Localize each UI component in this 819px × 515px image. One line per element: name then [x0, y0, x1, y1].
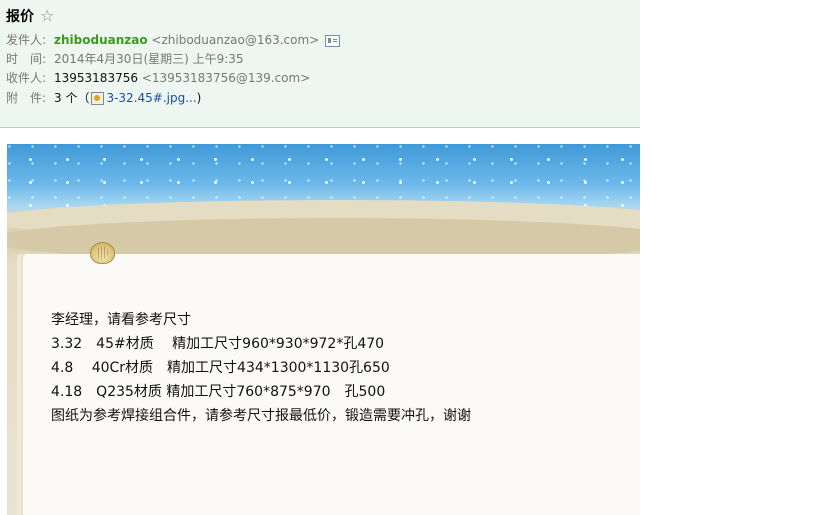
time-row: 时 间: 2014年4月30日(星期三) 上午9:35: [6, 51, 244, 67]
attachment-count: 3 个（: [54, 91, 90, 105]
sender-row: 发件人: zhiboduanzao <zhiboduanzao@163.com>: [6, 32, 341, 48]
attachment-row: 附 件: 3 个（ 3-32.45#.jpg...): [6, 90, 201, 106]
star-icon[interactable]: ☆: [40, 8, 54, 24]
body-line: 图纸为参考焊接组合件，请参考尺寸报最低价，锻造需要冲孔，谢谢: [51, 408, 471, 424]
recipient-name[interactable]: 13953183756: [54, 71, 138, 85]
sender-name[interactable]: zhiboduanzao: [54, 33, 148, 47]
time-value: 2014年4月30日(星期三) 上午9:35: [54, 52, 244, 66]
attachment-link[interactable]: 3-32.45#.jpg...: [106, 91, 196, 105]
recipient-email: <13953183756@139.com>: [141, 71, 311, 85]
attachment-label: 附 件:: [6, 91, 47, 105]
body-line: 3.32 45#材质 精加工尺寸960*930*972*孔470: [51, 336, 385, 352]
body-line: 4.8 40Cr材质 精加工尺寸434*1300*1130孔650: [51, 360, 390, 376]
contact-card-icon[interactable]: [325, 34, 341, 47]
mail-subject: 报价: [6, 9, 34, 25]
subject-row: 报价 ☆: [6, 6, 54, 26]
attachment-close: ): [196, 91, 202, 105]
body-line: 4.18 Q235材质 精加工尺寸760*875*970 孔500: [51, 384, 386, 400]
time-label: 时 间:: [6, 52, 47, 66]
recipient-label: 收件人:: [6, 71, 47, 85]
seashell-icon: [90, 242, 115, 264]
sender-label: 发件人:: [6, 33, 47, 47]
recipient-row: 收件人: 13953183756 <13953183756@139.com>: [6, 70, 310, 86]
body-line: 李经理，请看参考尺寸: [51, 312, 191, 328]
sender-email: <zhiboduanzao@163.com>: [151, 33, 320, 47]
mail-body: 李经理，请看参考尺寸 3.32 45#材质 精加工尺寸960*930*972*孔…: [51, 308, 471, 428]
mail-stationery: 李经理，请看参考尺寸 3.32 45#材质 精加工尺寸960*930*972*孔…: [7, 144, 640, 515]
mail-header: 报价 ☆ 发件人: zhiboduanzao <zhiboduanzao@163.…: [0, 0, 640, 128]
image-file-icon: [91, 92, 105, 105]
